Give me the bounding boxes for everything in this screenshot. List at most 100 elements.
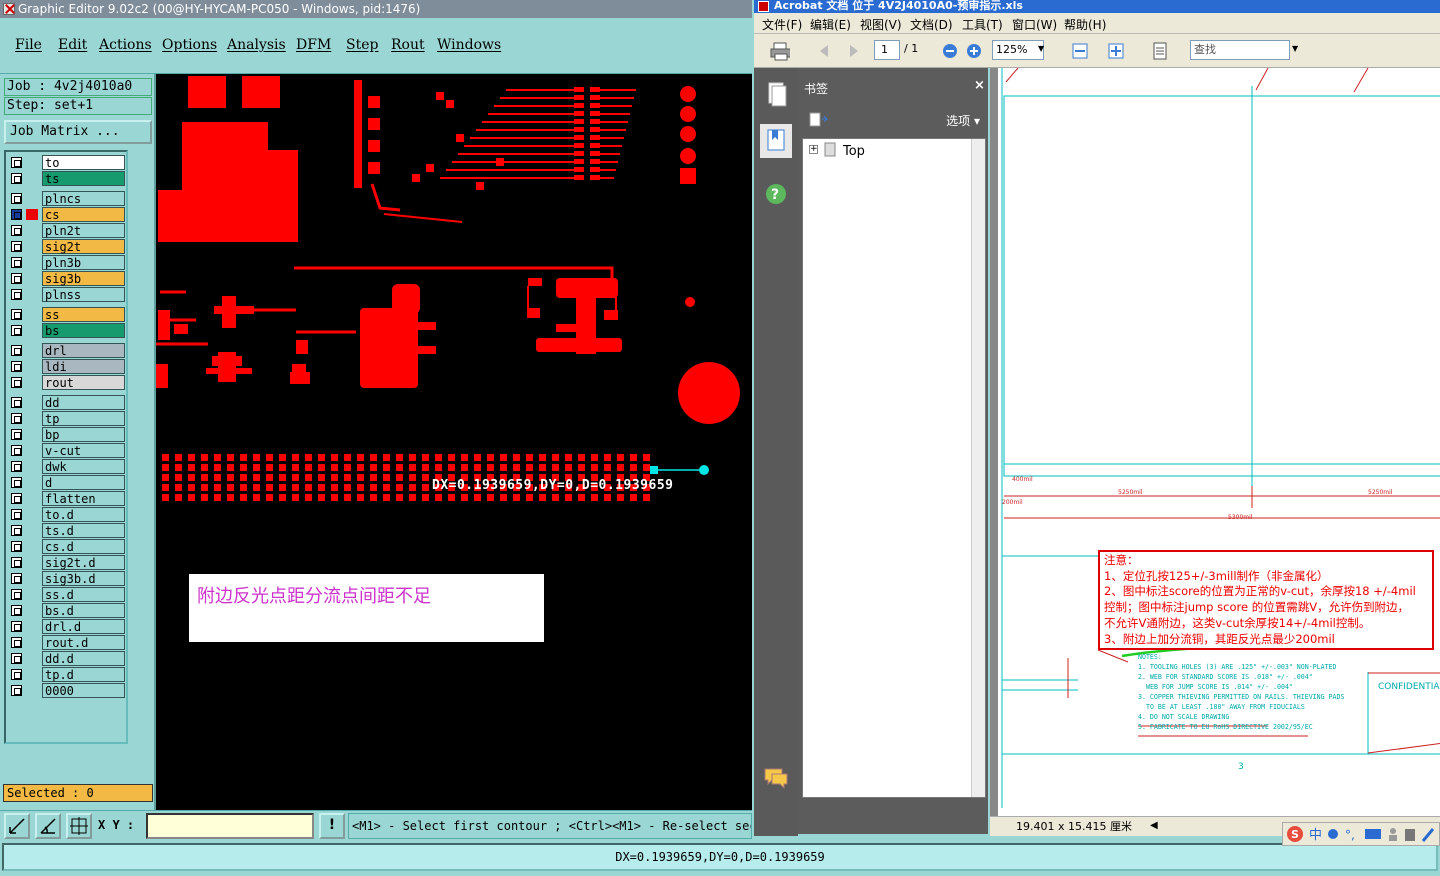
bookmark-new-icon[interactable] bbox=[808, 112, 828, 128]
layer-row[interactable]: bp bbox=[8, 427, 126, 442]
menu-rout[interactable]: Rout bbox=[391, 37, 425, 53]
layer-row[interactable]: sig3b bbox=[8, 271, 126, 286]
layer-checkbox[interactable] bbox=[11, 477, 22, 488]
comments-icon[interactable] bbox=[760, 760, 792, 794]
ac-menu-document[interactable]: 文档(D) bbox=[910, 16, 953, 33]
layer-row[interactable]: plnss bbox=[8, 287, 126, 302]
next-page-icon[interactable] bbox=[844, 41, 864, 61]
layer-row[interactable]: ss bbox=[8, 307, 126, 322]
ime-toolbar-icons[interactable]: S 中 °, bbox=[1283, 823, 1439, 845]
layer-row[interactable]: pln3b bbox=[8, 255, 126, 270]
layer-checkbox[interactable] bbox=[11, 653, 22, 664]
layer-checkbox[interactable] bbox=[11, 325, 22, 336]
print-icon[interactable] bbox=[770, 41, 790, 61]
menu-options[interactable]: Options bbox=[162, 37, 217, 53]
ac-menu-view[interactable]: 视图(V) bbox=[860, 16, 902, 33]
layer-row[interactable]: dd bbox=[8, 395, 126, 410]
layer-row[interactable]: sig3b.d bbox=[8, 571, 126, 586]
layer-checkbox[interactable] bbox=[11, 509, 22, 520]
menu-step[interactable]: Step bbox=[346, 37, 378, 53]
ac-menu-file[interactable]: 文件(F) bbox=[762, 16, 802, 33]
pcb-canvas[interactable]: DX=0.1939659,DY=0,D=0.1939659 附边反光点距分流点间… bbox=[156, 74, 752, 810]
layer-row[interactable]: 0000 bbox=[8, 683, 126, 698]
ac-menu-tools[interactable]: 工具(T) bbox=[962, 16, 1003, 33]
layer-row[interactable]: plncs bbox=[8, 191, 126, 206]
layer-checkbox[interactable] bbox=[11, 573, 22, 584]
bookmark-options-menu[interactable]: 选项 ▾ bbox=[946, 112, 980, 129]
layer-row[interactable]: bs.d bbox=[8, 603, 126, 618]
layer-row[interactable]: cs.d bbox=[8, 539, 126, 554]
zoom-out-icon[interactable] bbox=[940, 41, 960, 61]
job-matrix-button[interactable]: Job Matrix ... bbox=[4, 120, 152, 144]
page-number-input[interactable]: 1 bbox=[874, 40, 900, 60]
layer-checkbox[interactable] bbox=[11, 225, 22, 236]
layer-row[interactable]: to.d bbox=[8, 507, 126, 522]
layer-row[interactable]: ts bbox=[8, 171, 126, 186]
ac-menu-edit[interactable]: 编辑(E) bbox=[810, 16, 851, 33]
layer-row[interactable]: rout.d bbox=[8, 635, 126, 650]
layer-checkbox[interactable] bbox=[11, 413, 22, 424]
layer-row[interactable]: rout bbox=[8, 375, 126, 390]
layer-checkbox[interactable] bbox=[11, 209, 22, 220]
menu-dfm[interactable]: DFM bbox=[296, 37, 331, 53]
scroll-left-icon[interactable]: ◀ bbox=[1150, 817, 1158, 835]
zoom-level-select[interactable]: 125% bbox=[992, 40, 1044, 60]
layer-checkbox[interactable] bbox=[11, 241, 22, 252]
layer-row[interactable]: ldi bbox=[8, 359, 126, 374]
layer-row[interactable]: drl.d bbox=[8, 619, 126, 634]
layer-checkbox[interactable] bbox=[11, 257, 22, 268]
layer-checkbox[interactable] bbox=[11, 157, 22, 168]
layer-row[interactable]: sig2t bbox=[8, 239, 126, 254]
layer-checkbox[interactable] bbox=[11, 377, 22, 388]
layer-checkbox[interactable] bbox=[11, 621, 22, 632]
prev-page-icon[interactable] bbox=[814, 41, 834, 61]
layer-row[interactable]: d bbox=[8, 475, 126, 490]
layer-checkbox[interactable] bbox=[11, 669, 22, 680]
xy-input[interactable] bbox=[146, 813, 314, 839]
help-icon[interactable]: ? bbox=[760, 178, 792, 212]
layer-checkbox[interactable] bbox=[11, 605, 22, 616]
layer-checkbox[interactable] bbox=[11, 289, 22, 300]
layer-checkbox[interactable] bbox=[11, 637, 22, 648]
layer-row[interactable]: sig2t.d bbox=[8, 555, 126, 570]
pages-icon[interactable] bbox=[760, 78, 792, 112]
menu-file[interactable]: File bbox=[15, 37, 42, 53]
menu-windows[interactable]: Windows bbox=[437, 37, 501, 53]
layer-checkbox[interactable] bbox=[11, 397, 22, 408]
layer-checkbox[interactable] bbox=[11, 461, 22, 472]
layer-checkbox[interactable] bbox=[11, 445, 22, 456]
menu-edit[interactable]: Edit bbox=[58, 37, 87, 53]
layer-checkbox[interactable] bbox=[11, 309, 22, 320]
zoom-in-icon[interactable] bbox=[964, 41, 984, 61]
expand-icon[interactable]: + bbox=[809, 145, 818, 154]
layer-row[interactable]: flatten bbox=[8, 491, 126, 506]
bookmark-item-top[interactable]: Top bbox=[843, 144, 865, 159]
grid-tool-button[interactable] bbox=[66, 813, 92, 839]
layer-row[interactable]: v-cut bbox=[8, 443, 126, 458]
layer-checkbox[interactable] bbox=[11, 173, 22, 184]
fit-width-icon[interactable] bbox=[1070, 41, 1090, 61]
bookmarks-icon[interactable] bbox=[760, 124, 792, 158]
layer-row[interactable]: ts.d bbox=[8, 523, 126, 538]
menu-analysis[interactable]: Analysis bbox=[227, 37, 286, 53]
snap-tool-button[interactable] bbox=[4, 813, 30, 839]
measure-end-handle[interactable] bbox=[699, 465, 709, 475]
ac-menu-help[interactable]: 帮助(H) bbox=[1064, 16, 1106, 33]
warning-button[interactable]: ! bbox=[319, 813, 345, 839]
layer-row[interactable]: dd.d bbox=[8, 651, 126, 666]
search-input[interactable]: 查找 bbox=[1190, 40, 1290, 60]
bookmark-scrollbar[interactable] bbox=[971, 139, 985, 797]
layer-checkbox[interactable] bbox=[11, 685, 22, 696]
layer-checkbox[interactable] bbox=[11, 273, 22, 284]
layer-checkbox[interactable] bbox=[11, 589, 22, 600]
menu-actions[interactable]: Actions bbox=[99, 37, 152, 53]
layer-row[interactable]: ss.d bbox=[8, 587, 126, 602]
pdf-viewport[interactable]: 400mil 5250mil 5250mil 5300mil 200mil 注意… bbox=[990, 68, 1440, 816]
single-page-icon[interactable] bbox=[1150, 41, 1170, 61]
layer-checkbox[interactable] bbox=[11, 557, 22, 568]
layer-checkbox[interactable] bbox=[11, 541, 22, 552]
layer-row[interactable]: drl bbox=[8, 343, 126, 358]
ac-menu-window[interactable]: 窗口(W) bbox=[1012, 16, 1057, 33]
layer-row[interactable]: bs bbox=[8, 323, 126, 338]
close-panel-icon[interactable]: × bbox=[974, 78, 985, 93]
